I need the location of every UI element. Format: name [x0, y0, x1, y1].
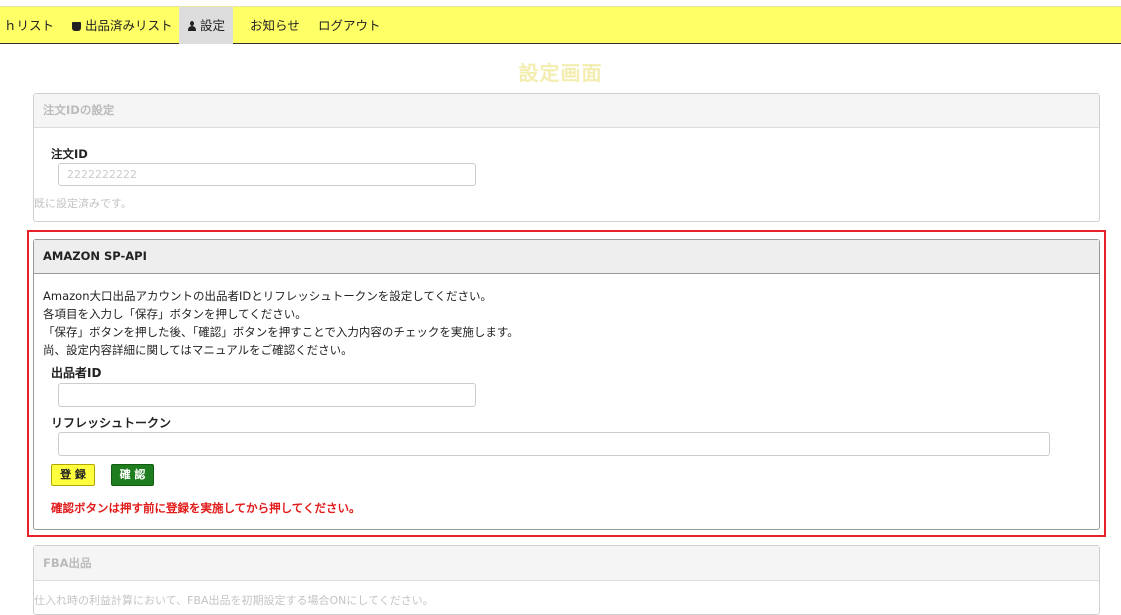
spapi-description-line: 各項目を入力し「保存」ボタンを押してください。 [43, 307, 307, 321]
nav-item-label: 出品済みリスト [85, 18, 173, 33]
nav-item-listed-list[interactable]: 出品済みリスト [72, 7, 173, 44]
order-id-panel-heading: 注文IDの設定 [34, 94, 1099, 128]
spapi-description-line: 「保存」ボタンを押した後、「確認」ボタンを押すことで入力内容のチェックを実施しま… [43, 325, 519, 339]
seller-id-label: 出品者ID [51, 366, 102, 380]
confirm-button[interactable]: 確 認 [111, 464, 154, 486]
order-id-status: 既に設定済みです。 [34, 197, 132, 210]
nav-item-label: お知らせ [250, 18, 300, 33]
spapi-panel-heading: AMAZON SP-API [34, 240, 1099, 274]
order-id-panel: 注文IDの設定 注文ID 2222222222 既に設定済みです。 [33, 93, 1100, 222]
warning-text: 確認ボタンは押す前に登録を実施してから押してください。 [51, 501, 361, 515]
page-title: 設定画面 [518, 61, 603, 85]
refresh-token-label: リフレッシュトークン [51, 416, 172, 430]
spapi-description-line: 尚、設定内容詳細に関してはマニュアルをご確認ください。 [43, 343, 353, 357]
user-icon [187, 21, 197, 31]
fba-panel-heading: FBA出品 [34, 546, 1099, 581]
nav-item-label: ログアウト [318, 18, 381, 33]
nav-item-notices[interactable]: お知らせ [250, 7, 300, 44]
nav-item-label: 設定 [200, 18, 226, 33]
nav-item-list[interactable]: ｈリスト [4, 7, 54, 44]
spapi-description-line: Amazon大口出品アカウントの出品者IDとリフレッシュトークンを設定してくださ… [43, 289, 493, 303]
nav-item-label: ｈリスト [4, 18, 55, 33]
cart-icon [72, 22, 81, 31]
fba-description: 仕入れ時の利益計算において、FBA出品を初期設定する場合ONにしてください。 [34, 594, 434, 607]
order-id-input[interactable]: 2222222222 [58, 163, 476, 186]
nav-item-settings[interactable]: 設定 [179, 7, 234, 44]
seller-id-input[interactable] [58, 383, 476, 407]
nav-item-logout[interactable]: ログアウト [318, 7, 381, 44]
register-button[interactable]: 登 録 [51, 464, 95, 486]
order-id-label: 注文ID [51, 147, 88, 161]
refresh-token-input[interactable] [58, 432, 1050, 456]
top-navbar: ｈリスト 出品済みリスト 設定 お知らせ ログアウト [0, 6, 1121, 44]
